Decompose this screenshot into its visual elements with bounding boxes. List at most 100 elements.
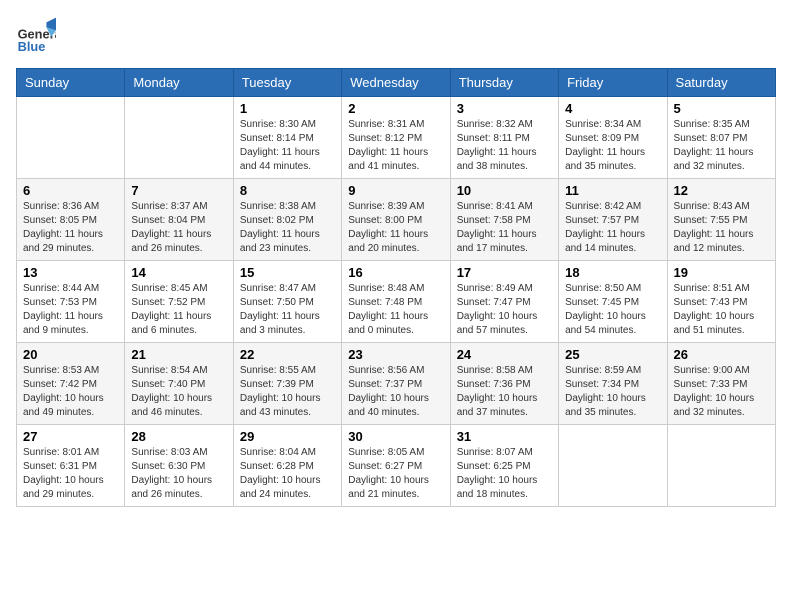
day-cell: 9 Sunrise: 8:39 AM Sunset: 8:00 PM Daylig…	[342, 179, 450, 261]
day-cell: 27Sunrise: 8:01 AM Sunset: 6:31 PM Dayli…	[17, 425, 125, 507]
day-cell: 3 Sunrise: 8:32 AM Sunset: 8:11 PM Daylig…	[450, 97, 558, 179]
day-header-wednesday: Wednesday	[342, 69, 450, 97]
day-info: Sunrise: 8:04 AM Sunset: 6:28 PM Dayligh…	[240, 446, 335, 502]
day-cell: 15 Sunrise: 8:47 AM Sunset: 7:50 PM Dayli…	[233, 261, 341, 343]
day-info: Sunrise: 8:34 AM Sunset: 8:09 PM Dayligh…	[565, 118, 660, 174]
day-cell: 11 Sunrise: 8:42 AM Sunset: 7:57 PM Dayli…	[559, 179, 667, 261]
day-number: 31	[457, 429, 552, 444]
day-number: 19	[674, 265, 769, 280]
day-number: 30	[348, 429, 443, 444]
day-cell: 31 Sunrise: 8:07 AM Sunset: 6:25 PM Dayli…	[450, 425, 558, 507]
day-info: Sunrise: 8:35 AM Sunset: 8:07 PM Dayligh…	[674, 118, 769, 174]
day-number: 14	[131, 265, 226, 280]
day-cell: 26 Sunrise: 9:00 AM Sunset: 7:33 PM Dayli…	[667, 343, 775, 425]
day-info: Sunrise: 8:36 AM Sunset: 8:05 PM Dayligh…	[23, 200, 118, 256]
day-cell: 1 Sunrise: 8:30 AM Sunset: 8:14 PM Daylig…	[233, 97, 341, 179]
day-info: Sunrise: 8:37 AM Sunset: 8:04 PM Dayligh…	[131, 200, 226, 256]
day-header-saturday: Saturday	[667, 69, 775, 97]
day-number: 6	[23, 183, 118, 198]
day-number: 4	[565, 101, 660, 116]
day-info: Sunrise: 8:07 AM Sunset: 6:25 PM Dayligh…	[457, 446, 552, 502]
week-row-4: 20Sunrise: 8:53 AM Sunset: 7:42 PM Dayli…	[17, 343, 776, 425]
day-number: 7	[131, 183, 226, 198]
week-row-1: 1 Sunrise: 8:30 AM Sunset: 8:14 PM Daylig…	[17, 97, 776, 179]
day-cell: 6 Sunrise: 8:36 AM Sunset: 8:05 PM Daylig…	[17, 179, 125, 261]
day-info: Sunrise: 8:45 AM Sunset: 7:52 PM Dayligh…	[131, 282, 226, 338]
day-number: 10	[457, 183, 552, 198]
day-number: 16	[348, 265, 443, 280]
day-info: Sunrise: 8:53 AM Sunset: 7:42 PM Dayligh…	[23, 364, 118, 420]
day-info: Sunrise: 8:05 AM Sunset: 6:27 PM Dayligh…	[348, 446, 443, 502]
day-header-tuesday: Tuesday	[233, 69, 341, 97]
day-number: 9	[348, 183, 443, 198]
day-number: 2	[348, 101, 443, 116]
week-row-2: 6 Sunrise: 8:36 AM Sunset: 8:05 PM Daylig…	[17, 179, 776, 261]
day-info: Sunrise: 8:55 AM Sunset: 7:39 PM Dayligh…	[240, 364, 335, 420]
day-number: 24	[457, 347, 552, 362]
calendar-table: SundayMondayTuesdayWednesdayThursdayFrid…	[16, 68, 776, 507]
day-cell: 29 Sunrise: 8:04 AM Sunset: 6:28 PM Dayli…	[233, 425, 341, 507]
day-cell: 19 Sunrise: 8:51 AM Sunset: 7:43 PM Dayli…	[667, 261, 775, 343]
day-info: Sunrise: 8:41 AM Sunset: 7:58 PM Dayligh…	[457, 200, 552, 256]
day-info: Sunrise: 8:32 AM Sunset: 8:11 PM Dayligh…	[457, 118, 552, 174]
day-info: Sunrise: 8:38 AM Sunset: 8:02 PM Dayligh…	[240, 200, 335, 256]
day-number: 8	[240, 183, 335, 198]
day-number: 13	[23, 265, 118, 280]
day-info: Sunrise: 8:58 AM Sunset: 7:36 PM Dayligh…	[457, 364, 552, 420]
day-cell: 23Sunrise: 8:56 AM Sunset: 7:37 PM Dayli…	[342, 343, 450, 425]
day-cell: 28Sunrise: 8:03 AM Sunset: 6:30 PM Dayli…	[125, 425, 233, 507]
day-info: Sunrise: 8:51 AM Sunset: 7:43 PM Dayligh…	[674, 282, 769, 338]
day-info: Sunrise: 8:59 AM Sunset: 7:34 PM Dayligh…	[565, 364, 660, 420]
day-cell: 21Sunrise: 8:54 AM Sunset: 7:40 PM Dayli…	[125, 343, 233, 425]
day-info: Sunrise: 8:48 AM Sunset: 7:48 PM Dayligh…	[348, 282, 443, 338]
day-cell	[559, 425, 667, 507]
day-number: 22	[240, 347, 335, 362]
day-cell: 16 Sunrise: 8:48 AM Sunset: 7:48 PM Dayli…	[342, 261, 450, 343]
day-cell	[125, 97, 233, 179]
day-number: 25	[565, 347, 660, 362]
day-number: 1	[240, 101, 335, 116]
day-cell: 13Sunrise: 8:44 AM Sunset: 7:53 PM Dayli…	[17, 261, 125, 343]
day-cell: 10 Sunrise: 8:41 AM Sunset: 7:58 PM Dayli…	[450, 179, 558, 261]
day-number: 11	[565, 183, 660, 198]
day-cell: 14 Sunrise: 8:45 AM Sunset: 7:52 PM Dayli…	[125, 261, 233, 343]
day-info: Sunrise: 8:43 AM Sunset: 7:55 PM Dayligh…	[674, 200, 769, 256]
day-number: 3	[457, 101, 552, 116]
day-info: Sunrise: 8:30 AM Sunset: 8:14 PM Dayligh…	[240, 118, 335, 174]
day-cell: 22 Sunrise: 8:55 AM Sunset: 7:39 PM Dayli…	[233, 343, 341, 425]
day-cell: 17 Sunrise: 8:49 AM Sunset: 7:47 PM Dayli…	[450, 261, 558, 343]
day-info: Sunrise: 9:00 AM Sunset: 7:33 PM Dayligh…	[674, 364, 769, 420]
day-cell: 2Sunrise: 8:31 AM Sunset: 8:12 PM Daylig…	[342, 97, 450, 179]
day-info: Sunrise: 8:39 AM Sunset: 8:00 PM Dayligh…	[348, 200, 443, 256]
page-header: General Blue	[16, 16, 776, 56]
day-info: Sunrise: 8:42 AM Sunset: 7:57 PM Dayligh…	[565, 200, 660, 256]
day-header-friday: Friday	[559, 69, 667, 97]
day-cell: 24 Sunrise: 8:58 AM Sunset: 7:36 PM Dayli…	[450, 343, 558, 425]
day-number: 28	[131, 429, 226, 444]
week-row-5: 27Sunrise: 8:01 AM Sunset: 6:31 PM Dayli…	[17, 425, 776, 507]
day-cell: 30 Sunrise: 8:05 AM Sunset: 6:27 PM Dayli…	[342, 425, 450, 507]
day-cell	[667, 425, 775, 507]
day-cell: 18 Sunrise: 8:50 AM Sunset: 7:45 PM Dayli…	[559, 261, 667, 343]
day-number: 17	[457, 265, 552, 280]
day-number: 15	[240, 265, 335, 280]
day-cell: 8 Sunrise: 8:38 AM Sunset: 8:02 PM Daylig…	[233, 179, 341, 261]
day-number: 26	[674, 347, 769, 362]
day-header-monday: Monday	[125, 69, 233, 97]
day-cell: 12Sunrise: 8:43 AM Sunset: 7:55 PM Dayli…	[667, 179, 775, 261]
day-cell: 7 Sunrise: 8:37 AM Sunset: 8:04 PM Daylig…	[125, 179, 233, 261]
day-cell	[17, 97, 125, 179]
logo-icon: General Blue	[16, 16, 56, 56]
day-info: Sunrise: 8:50 AM Sunset: 7:45 PM Dayligh…	[565, 282, 660, 338]
day-cell: 25 Sunrise: 8:59 AM Sunset: 7:34 PM Dayli…	[559, 343, 667, 425]
day-info: Sunrise: 8:49 AM Sunset: 7:47 PM Dayligh…	[457, 282, 552, 338]
day-cell: 4 Sunrise: 8:34 AM Sunset: 8:09 PM Daylig…	[559, 97, 667, 179]
day-number: 18	[565, 265, 660, 280]
day-number: 21	[131, 347, 226, 362]
day-info: Sunrise: 8:47 AM Sunset: 7:50 PM Dayligh…	[240, 282, 335, 338]
week-row-3: 13Sunrise: 8:44 AM Sunset: 7:53 PM Dayli…	[17, 261, 776, 343]
day-number: 29	[240, 429, 335, 444]
day-cell: 5Sunrise: 8:35 AM Sunset: 8:07 PM Daylig…	[667, 97, 775, 179]
day-info: Sunrise: 8:56 AM Sunset: 7:37 PM Dayligh…	[348, 364, 443, 420]
day-info: Sunrise: 8:01 AM Sunset: 6:31 PM Dayligh…	[23, 446, 118, 502]
